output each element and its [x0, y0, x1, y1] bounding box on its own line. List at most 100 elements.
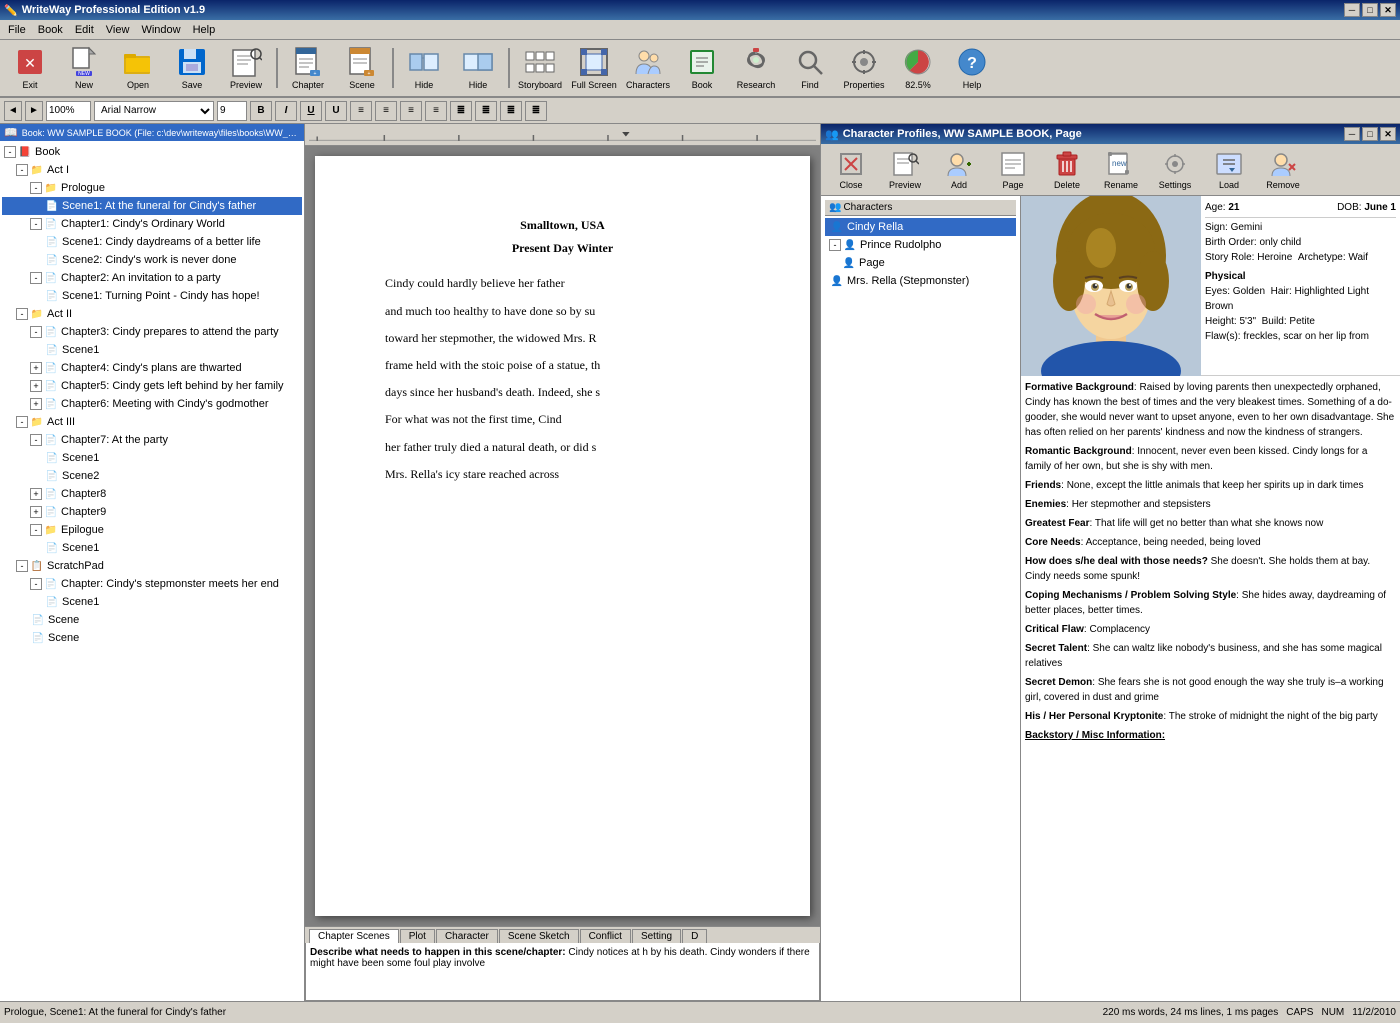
preview-button[interactable]: Preview: [220, 42, 272, 94]
char-panel-maximize[interactable]: □: [1362, 127, 1378, 141]
font-size-input[interactable]: [217, 101, 247, 121]
char-tree-mrs-rella[interactable]: 👤 Mrs. Rella (Stepmonster): [825, 272, 1016, 290]
expand-book[interactable]: -: [4, 146, 16, 158]
expand-ch1[interactable]: -: [30, 218, 42, 230]
expand-scratch[interactable]: -: [16, 560, 28, 572]
tree-item-eps1[interactable]: 📄 Scene1: [2, 539, 302, 557]
tree-item-scene-funeral[interactable]: 📄 Scene1: At the funeral for Cindy's fat…: [2, 197, 302, 215]
new-button[interactable]: NEW New: [58, 42, 110, 94]
tree-item-ch7[interactable]: - 📄 Chapter7: At the party: [2, 431, 302, 449]
tree-item-act2[interactable]: - 📁 Act II: [2, 305, 302, 323]
menu-help[interactable]: Help: [187, 22, 222, 38]
bold-button[interactable]: B: [250, 101, 272, 121]
tab-plot[interactable]: Plot: [400, 929, 435, 943]
tree-item-ch1[interactable]: - 📄 Chapter1: Cindy's Ordinary World: [2, 215, 302, 233]
char-add-button[interactable]: Add: [933, 147, 985, 193]
pie-button[interactable]: 82.5%: [892, 42, 944, 94]
expand-scr-ch[interactable]: -: [30, 578, 42, 590]
expand-ch5[interactable]: +: [30, 380, 42, 392]
list3-button[interactable]: ≣: [500, 101, 522, 121]
tree-item-book[interactable]: - 📕 Book: [2, 143, 302, 161]
list1-button[interactable]: ≣: [450, 101, 472, 121]
italic-button[interactable]: I: [275, 101, 297, 121]
char-rename-button[interactable]: new Rename: [1095, 147, 1147, 193]
char-panel-close[interactable]: ✕: [1380, 127, 1396, 141]
characters-button[interactable]: Characters: [622, 42, 674, 94]
tree-item-ch3[interactable]: - 📄 Chapter3: Cindy prepares to attend t…: [2, 323, 302, 341]
maximize-button[interactable]: □: [1362, 3, 1378, 17]
open-button[interactable]: Open: [112, 42, 164, 94]
tree-item-ch3s1[interactable]: 📄 Scene1: [2, 341, 302, 359]
list4-button[interactable]: ≣: [525, 101, 547, 121]
align-right-button[interactable]: ≡: [400, 101, 422, 121]
tree-item-ch5[interactable]: + 📄 Chapter5: Cindy gets left behind by …: [2, 377, 302, 395]
tab-scene-sketch[interactable]: Scene Sketch: [499, 929, 579, 943]
menu-window[interactable]: Window: [135, 22, 186, 38]
char-preview-button[interactable]: Preview: [879, 147, 931, 193]
tree-item-act1[interactable]: - 📁 Act I: [2, 161, 302, 179]
format-fwd-button[interactable]: ►: [25, 101, 43, 121]
help-button[interactable]: ? Help: [946, 42, 998, 94]
expand-ch6[interactable]: +: [30, 398, 42, 410]
tree-item-ch2[interactable]: - 📄 Chapter2: An invitation to a party: [2, 269, 302, 287]
char-close-button[interactable]: Close: [825, 147, 877, 193]
tree-item-scr-scene1[interactable]: 📄 Scene: [2, 611, 302, 629]
underline-button[interactable]: U: [300, 101, 322, 121]
char-settings-button[interactable]: Settings: [1149, 147, 1201, 193]
doc-area[interactable]: Smalltown, USA Present Day Winter Cindy …: [305, 146, 820, 926]
expand-ch9[interactable]: +: [30, 506, 42, 518]
scene-button[interactable]: + Scene: [336, 42, 388, 94]
storyboard-button[interactable]: Storyboard: [514, 42, 566, 94]
tree-item-epilogue[interactable]: - 📁 Epilogue: [2, 521, 302, 539]
tree-item-ch7s2[interactable]: 📄 Scene2: [2, 467, 302, 485]
expand-act2[interactable]: -: [16, 308, 28, 320]
tab-d[interactable]: D: [682, 929, 707, 943]
expand-act3[interactable]: -: [16, 416, 28, 428]
expand-epilogue[interactable]: -: [30, 524, 42, 536]
tree-item-ch4[interactable]: + 📄 Chapter4: Cindy's plans are thwarted: [2, 359, 302, 377]
exit-button[interactable]: ✕ Exit: [4, 42, 56, 94]
format-u2-button[interactable]: U: [325, 101, 347, 121]
tab-chapter-scenes[interactable]: Chapter Scenes: [309, 929, 399, 943]
char-tree-prince[interactable]: - 👤 Prince Rudolpho: [825, 236, 1016, 254]
tab-setting[interactable]: Setting: [632, 929, 681, 943]
tree-item-scr-s1[interactable]: 📄 Scene1: [2, 593, 302, 611]
font-select[interactable]: Arial Narrow: [94, 101, 214, 121]
char-remove-button[interactable]: Remove: [1257, 147, 1309, 193]
minimize-button[interactable]: ─: [1344, 3, 1360, 17]
zoom-input[interactable]: [46, 101, 91, 121]
char-tree-cindy[interactable]: 👤 Cindy Rella: [825, 218, 1016, 236]
tab-character[interactable]: Character: [436, 929, 498, 943]
hide2-button[interactable]: Hide: [452, 42, 504, 94]
format-back-button[interactable]: ◄: [4, 101, 22, 121]
tree-item-ch6[interactable]: + 📄 Chapter6: Meeting with Cindy's godmo…: [2, 395, 302, 413]
menu-book[interactable]: Book: [32, 22, 69, 38]
expand-ch4[interactable]: +: [30, 362, 42, 374]
save-button[interactable]: Save: [166, 42, 218, 94]
char-panel-minimize[interactable]: ─: [1344, 127, 1360, 141]
expand-prologue[interactable]: -: [30, 182, 42, 194]
tree-item-ch1s1[interactable]: 📄 Scene1: Cindy daydreams of a better li…: [2, 233, 302, 251]
research-button[interactable]: Research: [730, 42, 782, 94]
expand-prince[interactable]: -: [829, 239, 841, 251]
tree-item-ch9[interactable]: + 📄 Chapter9: [2, 503, 302, 521]
tree-item-scratch[interactable]: - 📋 ScratchPad: [2, 557, 302, 575]
hide1-button[interactable]: Hide: [398, 42, 450, 94]
tree-item-scr-scene2[interactable]: 📄 Scene: [2, 629, 302, 647]
find-button[interactable]: Find: [784, 42, 836, 94]
align-left-button[interactable]: ≡: [350, 101, 372, 121]
expand-ch7[interactable]: -: [30, 434, 42, 446]
tree-item-ch7s1[interactable]: 📄 Scene1: [2, 449, 302, 467]
book-button[interactable]: Book: [676, 42, 728, 94]
tree-item-ch8[interactable]: + 📄 Chapter8: [2, 485, 302, 503]
list2-button[interactable]: ≣: [475, 101, 497, 121]
properties-button[interactable]: Properties: [838, 42, 890, 94]
tree-item-ch2s1[interactable]: 📄 Scene1: Turning Point - Cindy has hope…: [2, 287, 302, 305]
tree-item-ch1s2[interactable]: 📄 Scene2: Cindy's work is never done: [2, 251, 302, 269]
menu-file[interactable]: File: [2, 22, 32, 38]
tree-item-scr-ch[interactable]: - 📄 Chapter: Cindy's stepmonster meets h…: [2, 575, 302, 593]
char-delete-button[interactable]: Delete: [1041, 147, 1093, 193]
tree-item-act3[interactable]: - 📁 Act III: [2, 413, 302, 431]
menu-edit[interactable]: Edit: [69, 22, 100, 38]
tab-conflict[interactable]: Conflict: [580, 929, 631, 943]
